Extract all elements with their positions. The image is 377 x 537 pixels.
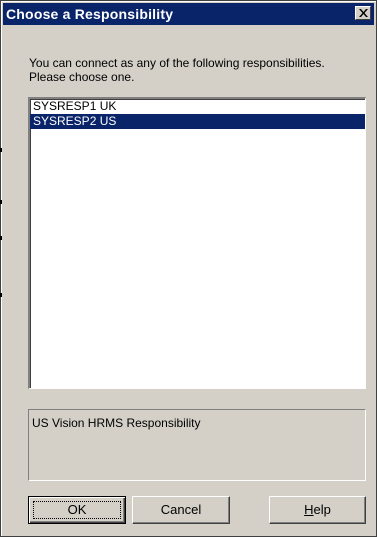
list-item-sysresp1-uk[interactable]: SYSRESP1 UK — [30, 99, 365, 114]
title-bar[interactable]: Choose a Responsibility — [3, 3, 374, 25]
edge-mark — [0, 293, 2, 297]
edge-mark — [0, 148, 2, 152]
responsibility-list[interactable]: SYSRESP1 UK SYSRESP2 US — [28, 97, 366, 389]
list-item-sysresp2-us[interactable]: SYSRESP2 US — [30, 114, 365, 129]
background-edge-marks — [0, 0, 2, 537]
close-icon — [359, 9, 368, 17]
responsibility-description-box: US Vision HRMS Responsibility — [28, 409, 366, 481]
dialog-title: Choose a Responsibility — [6, 6, 174, 22]
cancel-button[interactable]: Cancel — [132, 496, 230, 524]
choose-responsibility-dialog: Choose a Responsibility You can connect … — [0, 0, 377, 537]
instruction-line-1: You can connect as any of the following … — [29, 56, 325, 70]
edge-mark — [0, 236, 2, 240]
responsibility-description: US Vision HRMS Responsibility — [32, 416, 201, 430]
instruction-text: You can connect as any of the following … — [29, 56, 369, 84]
cancel-button-label: Cancel — [160, 502, 202, 517]
ok-button[interactable]: OK — [28, 496, 126, 524]
close-button[interactable] — [355, 6, 371, 20]
help-mnemonic: H — [304, 502, 314, 517]
instruction-line-2: Please choose one. — [29, 70, 135, 84]
help-button-label: elp — [313, 502, 331, 517]
help-button[interactable]: Help — [269, 496, 366, 524]
ok-button-label: OK — [67, 502, 87, 517]
edge-mark — [0, 200, 2, 204]
